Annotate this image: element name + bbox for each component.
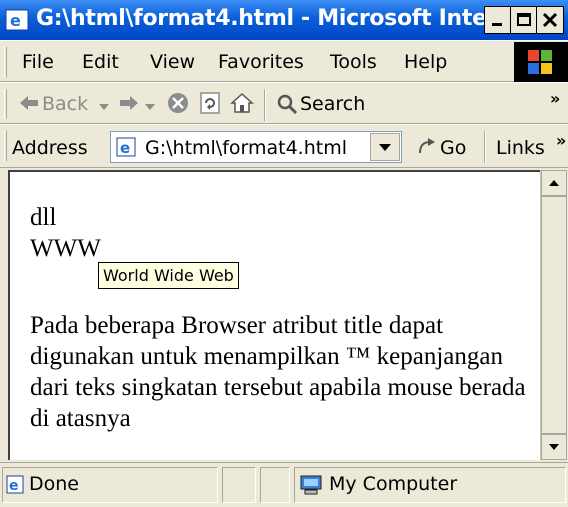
svg-text:e: e: [9, 478, 19, 494]
menu-edit[interactable]: Edit: [82, 51, 119, 73]
toolbar-overflow-chevron[interactable]: »: [550, 89, 560, 108]
svg-text:e: e: [10, 11, 21, 30]
status-pane-main: e Done: [2, 467, 218, 503]
scroll-down-button[interactable]: [541, 434, 567, 460]
refresh-icon[interactable]: [198, 91, 222, 119]
toolbar-separator: [264, 89, 266, 121]
status-text: Done: [29, 473, 79, 495]
menu-help[interactable]: Help: [404, 51, 447, 73]
forward-dropdown-icon[interactable]: [144, 97, 156, 116]
title-tooltip: World Wide Web: [98, 262, 239, 289]
links-button[interactable]: Links: [496, 137, 545, 159]
menu-file[interactable]: File: [22, 51, 54, 73]
back-dropdown-icon[interactable]: [98, 97, 110, 116]
status-pane-progress: [222, 467, 256, 503]
scroll-thumb[interactable]: [541, 196, 567, 434]
search-icon[interactable]: [276, 93, 298, 119]
menu-tools[interactable]: Tools: [330, 51, 377, 73]
menu-view[interactable]: View: [150, 51, 195, 73]
paragraph: Pada beberapa Browser atribut title dapa…: [30, 312, 526, 432]
menu-bar: File Edit View Favorites Tools Help: [0, 40, 568, 82]
status-pane-secure: [260, 467, 290, 503]
maximize-button[interactable]: [510, 6, 538, 34]
standard-toolbar: Back Search »: [0, 82, 568, 124]
menu-favorites[interactable]: Favorites: [218, 51, 304, 73]
status-pane-zone: My Computer: [294, 467, 566, 503]
toolbar-separator: [484, 131, 486, 163]
title-bar[interactable]: e G:\html\format4.html - Microsoft Inter…: [0, 0, 568, 40]
scroll-up-button[interactable]: [541, 170, 567, 196]
home-icon[interactable]: [230, 91, 254, 119]
links-overflow-chevron[interactable]: »: [556, 131, 566, 150]
search-button-label[interactable]: Search: [300, 93, 365, 115]
text-line: dll: [30, 204, 57, 231]
address-dropdown-button[interactable]: [370, 133, 400, 161]
stop-icon[interactable]: [166, 91, 190, 119]
windows-flag-icon: [514, 42, 568, 82]
abbreviation[interactable]: WWW: [30, 235, 101, 264]
toolbar-grip[interactable]: [4, 89, 7, 119]
address-label: Address: [12, 137, 88, 159]
page-icon: e: [115, 136, 139, 162]
minimize-button[interactable]: [484, 6, 512, 34]
address-toolbar: Address e G:\html\format4.html Go Links …: [0, 124, 568, 168]
back-arrow-icon[interactable]: [18, 93, 40, 117]
toolbar-grip[interactable]: [4, 47, 7, 77]
page-content: dll WWW World Wide Web Pada beberapa Bro…: [8, 170, 540, 460]
computer-icon: [299, 474, 325, 500]
address-input[interactable]: e G:\html\format4.html: [110, 131, 402, 163]
window-title: G:\html\format4.html - Microsoft Inter..…: [36, 6, 519, 31]
toolbar-grip[interactable]: [4, 131, 7, 161]
svg-text:e: e: [120, 139, 130, 157]
ie-logo-icon: e: [4, 8, 30, 32]
browser-window: e G:\html\format4.html - Microsoft Inter…: [0, 0, 568, 507]
vertical-scrollbar[interactable]: [540, 170, 567, 460]
go-arrow-icon[interactable]: [416, 137, 438, 161]
chevron-down-icon: [379, 144, 391, 151]
document-body: dll WWW: [30, 202, 540, 264]
back-button-label[interactable]: Back: [42, 93, 88, 115]
page-done-icon: e: [5, 474, 27, 500]
address-value[interactable]: G:\html\format4.html: [145, 137, 347, 159]
arrow-down-icon: [549, 444, 559, 450]
security-zone-text: My Computer: [329, 473, 458, 495]
go-button-label[interactable]: Go: [440, 137, 466, 159]
forward-arrow-icon[interactable]: [118, 93, 140, 117]
status-bar: e Done My Computer: [0, 462, 568, 507]
arrow-up-icon: [549, 180, 559, 186]
close-button[interactable]: [536, 6, 564, 34]
